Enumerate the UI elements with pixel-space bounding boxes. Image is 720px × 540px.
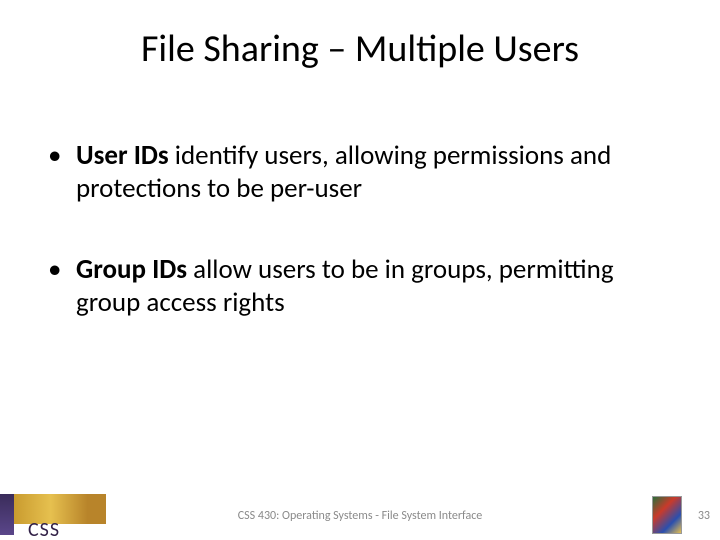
slide-title: File Sharing – Multiple Users	[0, 26, 720, 72]
bullet-marker: •	[48, 254, 76, 320]
bullet-text: Group IDs allow users to be in groups, p…	[76, 254, 672, 320]
textbook-thumbnail	[652, 496, 682, 534]
page-number: 33	[698, 509, 710, 523]
bullet-item: • Group IDs allow users to be in groups,…	[48, 254, 672, 320]
bullet-bold: User IDs	[76, 139, 169, 172]
slide: File Sharing – Multiple Users • User IDs…	[0, 0, 720, 540]
bullet-bold: Group IDs	[76, 253, 187, 286]
slide-body: • User IDs identify users, allowing perm…	[48, 140, 672, 368]
bullet-text: User IDs identify users, allowing permis…	[76, 140, 672, 206]
bullet-marker: •	[48, 140, 76, 206]
footer-text: CSS 430: Operating Systems - File System…	[0, 509, 720, 523]
bullet-item: • User IDs identify users, allowing perm…	[48, 140, 672, 206]
